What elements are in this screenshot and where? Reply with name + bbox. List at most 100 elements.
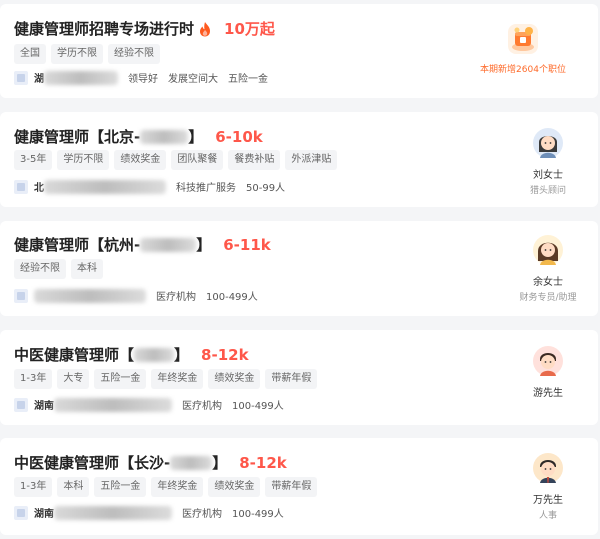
job-tag: 本科 bbox=[71, 259, 103, 279]
avatar bbox=[533, 346, 563, 376]
job-title-blurred bbox=[170, 455, 213, 470]
job-tag: 绩效奖金 bbox=[114, 150, 167, 170]
job-card[interactable]: 中医健康管理师【长沙- 】 8-12k 1-3年 本科 五险一金 年终奖金 绩效… bbox=[0, 438, 598, 535]
company-name[interactable]: 湖南 bbox=[34, 505, 54, 520]
job-title-row: 中医健康管理师【长沙- 】 8-12k bbox=[14, 452, 287, 473]
job-title[interactable]: 健康管理师【杭州- bbox=[14, 234, 140, 255]
job-card[interactable]: 健康管理师【北京- 】 6-10k 3-5年 学历不限 绩效奖金 团队聚餐 餐费… bbox=[0, 112, 598, 207]
recruiter-name: 万先生 bbox=[533, 495, 563, 506]
job-list: 健康管理师招聘专场进行时 10万起 全国 学历不限 经验不限 湖 领导好 发展空… bbox=[0, 0, 600, 539]
avatar bbox=[533, 453, 563, 483]
company-logo-icon bbox=[14, 70, 28, 85]
job-tag: 学历不限 bbox=[51, 44, 103, 64]
job-tag: 餐费补贴 bbox=[228, 150, 281, 170]
company-name[interactable]: 湖 bbox=[34, 70, 44, 85]
company-detail: 100-499人 bbox=[206, 292, 258, 303]
company-detail: 100-499人 bbox=[232, 509, 284, 520]
job-tags: 1-3年 大专 五险一金 年终奖金 绩效奖金 带薪年假 bbox=[14, 369, 318, 389]
job-salary: 6-10k bbox=[215, 127, 263, 146]
job-title-end: 】 bbox=[212, 454, 228, 472]
avatar bbox=[533, 235, 563, 265]
company-info: 湖南 医疗机构 100-499人 bbox=[14, 505, 284, 520]
company-name-blurred bbox=[44, 70, 118, 85]
company-name[interactable]: 湖南 bbox=[34, 397, 54, 412]
job-tag: 全国 bbox=[14, 44, 46, 64]
recruiter-contact[interactable]: 万先生 人事 bbox=[498, 453, 598, 521]
job-salary: 8-12k bbox=[201, 345, 249, 364]
recruiter-contact[interactable]: 刘女士 猎头顾问 bbox=[498, 128, 598, 196]
job-tag: 1-3年 bbox=[14, 477, 53, 497]
job-title-blurred bbox=[140, 237, 197, 252]
recruiter-name: 刘女士 bbox=[533, 170, 563, 181]
job-tag: 绩效奖金 bbox=[208, 369, 261, 389]
recruiter-role: 人事 bbox=[538, 511, 557, 521]
job-card[interactable]: 中医健康管理师【 】 8-12k 1-3年 大专 五险一金 年终奖金 绩效奖金 … bbox=[0, 330, 598, 425]
job-title-blurred bbox=[134, 347, 175, 362]
company-logo-icon bbox=[14, 505, 28, 520]
job-salary: 6-11k bbox=[223, 235, 271, 254]
job-title-blurred bbox=[140, 129, 189, 144]
company-logo-icon bbox=[14, 288, 28, 303]
job-tag: 年终奖金 bbox=[151, 369, 204, 389]
recruiter-contact[interactable]: 游先生 bbox=[498, 346, 598, 399]
promo-block[interactable]: 本期新增2604个职位 bbox=[468, 22, 578, 75]
job-title[interactable]: 中医健康管理师【 bbox=[14, 344, 134, 365]
company-detail: 五险一金 bbox=[228, 74, 268, 85]
job-tag: 3-5年 bbox=[14, 150, 53, 170]
job-card[interactable]: 健康管理师【杭州- 】 6-11k 经验不限 本科 医疗机构 100-499人 … bbox=[0, 221, 598, 316]
avatar bbox=[533, 128, 563, 158]
job-title-end: 】 bbox=[174, 346, 190, 364]
job-salary: 8-12k bbox=[239, 453, 287, 472]
job-tags: 经验不限 本科 bbox=[14, 259, 103, 279]
job-tag: 经验不限 bbox=[108, 44, 160, 64]
job-tag: 五险一金 bbox=[94, 369, 147, 389]
company-logo-icon bbox=[14, 397, 28, 412]
company-name-blurred bbox=[44, 179, 166, 194]
job-tags: 3-5年 学历不限 绩效奖金 团队聚餐 餐费补贴 外派津贴 bbox=[14, 150, 338, 170]
company-name-blurred bbox=[54, 505, 172, 520]
company-info: 湖 领导好 发展空间大 五险一金 bbox=[14, 70, 268, 85]
promo-badge-icon bbox=[508, 24, 538, 54]
company-info: 医疗机构 100-499人 bbox=[14, 288, 258, 303]
company-detail: 发展空间大 bbox=[168, 74, 218, 85]
job-card[interactable]: 健康管理师招聘专场进行时 10万起 全国 学历不限 经验不限 湖 领导好 发展空… bbox=[0, 4, 598, 98]
company-detail: 医疗机构 bbox=[182, 509, 222, 520]
job-tag: 大专 bbox=[57, 369, 90, 389]
job-title-end: 】 bbox=[196, 236, 212, 254]
job-tag: 1-3年 bbox=[14, 369, 53, 389]
job-title-end: 】 bbox=[188, 128, 204, 146]
job-title[interactable]: 健康管理师招聘专场进行时 bbox=[14, 18, 194, 39]
company-detail: 科技推广服务 bbox=[176, 183, 236, 194]
job-title[interactable]: 健康管理师【北京- bbox=[14, 126, 140, 147]
job-tag: 本科 bbox=[57, 477, 90, 497]
company-info: 湖南 医疗机构 100-499人 bbox=[14, 397, 284, 412]
company-logo-icon bbox=[14, 179, 28, 194]
company-name-blurred bbox=[54, 397, 172, 412]
job-tag: 带薪年假 bbox=[265, 369, 318, 389]
flame-icon bbox=[200, 21, 211, 36]
job-tag: 五险一金 bbox=[94, 477, 147, 497]
recruiter-role: 财务专员/助理 bbox=[519, 293, 577, 303]
job-tag: 经验不限 bbox=[14, 259, 66, 279]
job-tag: 带薪年假 bbox=[265, 477, 318, 497]
company-detail: 医疗机构 bbox=[182, 401, 222, 412]
company-name-blurred bbox=[34, 288, 146, 303]
recruiter-contact[interactable]: 余女士 财务专员/助理 bbox=[498, 235, 598, 303]
job-title[interactable]: 中医健康管理师【长沙- bbox=[14, 452, 170, 473]
company-detail: 领导好 bbox=[128, 74, 158, 85]
job-tag: 学历不限 bbox=[57, 150, 110, 170]
job-title-row: 中医健康管理师【 】 8-12k bbox=[14, 344, 249, 365]
job-tag: 外派津贴 bbox=[285, 150, 338, 170]
job-title-row: 健康管理师【北京- 】 6-10k bbox=[14, 126, 263, 147]
job-tags: 1-3年 本科 五险一金 年终奖金 绩效奖金 带薪年假 bbox=[14, 477, 318, 497]
company-detail: 医疗机构 bbox=[156, 292, 196, 303]
promo-text: 本期新增2604个职位 bbox=[480, 65, 566, 75]
company-name[interactable]: 北 bbox=[34, 179, 44, 194]
company-detail: 100-499人 bbox=[232, 401, 284, 412]
job-title-row: 健康管理师【杭州- 】 6-11k bbox=[14, 234, 271, 255]
company-detail: 50-99人 bbox=[246, 183, 286, 194]
recruiter-name: 游先生 bbox=[533, 388, 563, 399]
job-salary: 10万起 bbox=[224, 20, 275, 38]
job-tag: 团队聚餐 bbox=[171, 150, 224, 170]
job-tag: 年终奖金 bbox=[151, 477, 204, 497]
